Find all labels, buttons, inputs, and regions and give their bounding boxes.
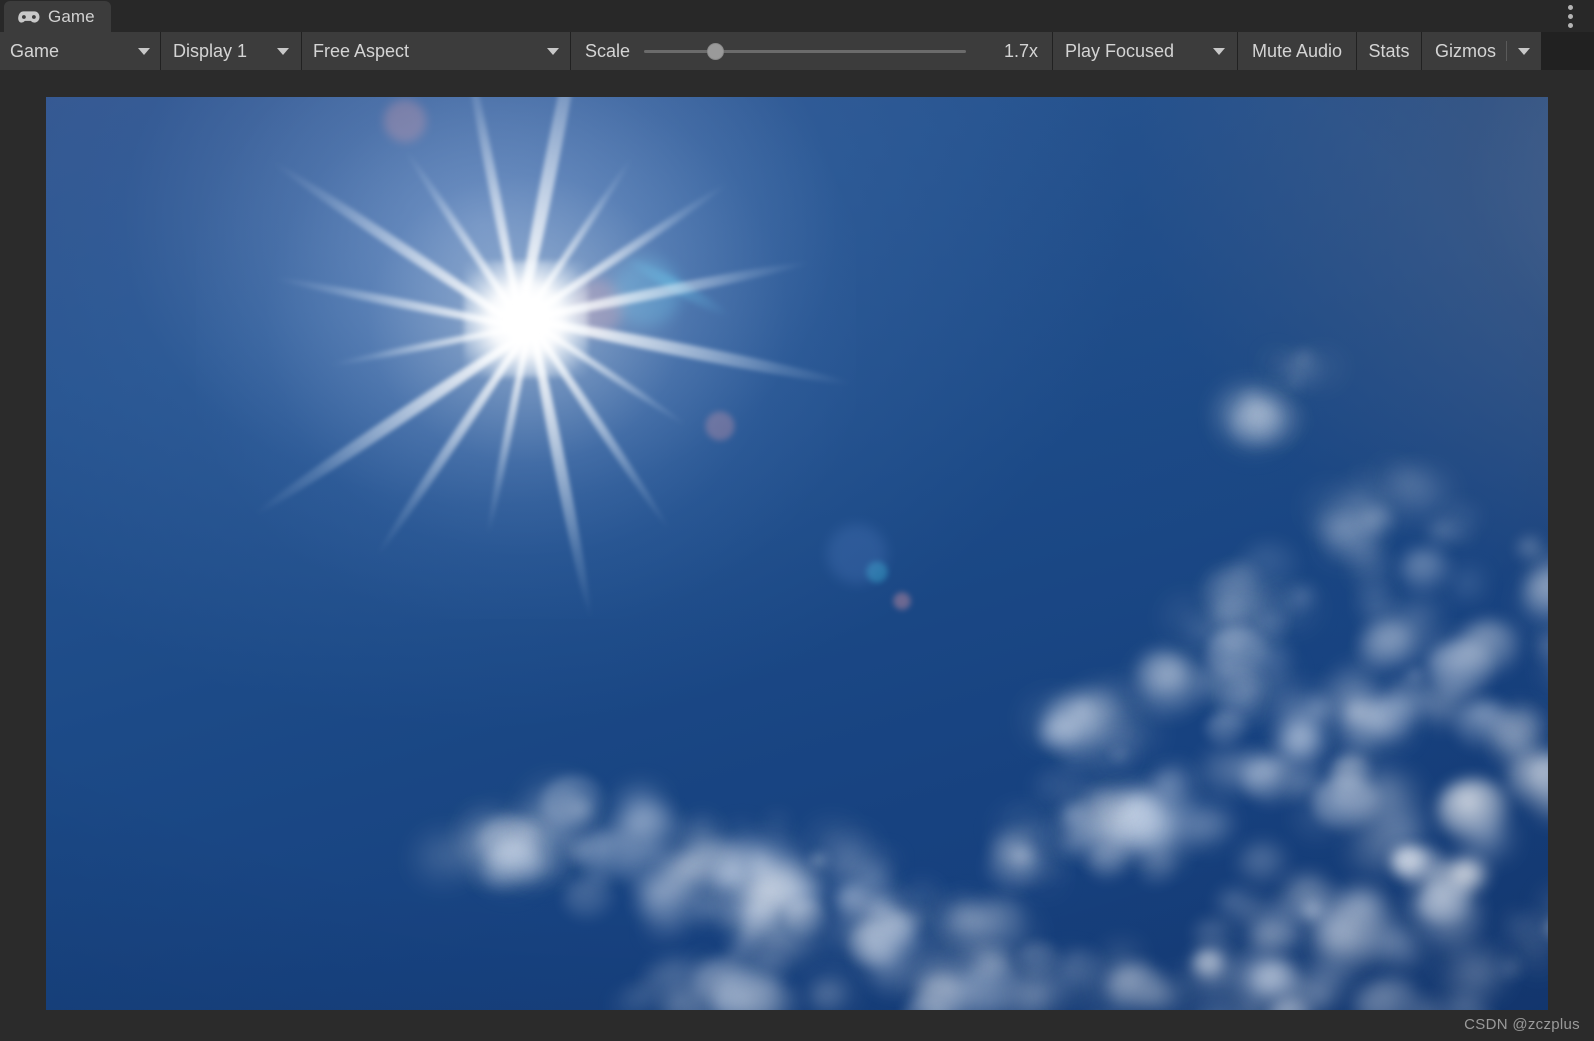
view-selector-label: Game (10, 41, 60, 61)
play-mode-label: Play Focused (1065, 41, 1175, 61)
scale-value: 1.7x (1003, 40, 1038, 61)
chevron-down-icon (547, 47, 559, 55)
game-view-toolbar: Game Display 1 Free Aspect Scale 1.7x Pl… (0, 32, 1594, 70)
gizmos-divider (1505, 41, 1507, 61)
kebab-menu-icon[interactable] (1560, 3, 1580, 29)
unity-game-window: Game Game Display 1 Free Aspect Scale 1.… (0, 0, 1594, 1041)
sun-core (464, 261, 588, 377)
kebab-dot-2 (1567, 13, 1573, 19)
sky-scene (46, 97, 1548, 1010)
watermark: CSDN @zczplus (1464, 1016, 1580, 1033)
display-selector-dropdown[interactable]: Display 1 (161, 32, 301, 70)
gamepad-icon (18, 10, 40, 24)
chevron-down-icon (277, 47, 289, 55)
mute-audio-label: Mute Audio (1251, 41, 1343, 61)
tab-bar: Game (0, 0, 1594, 32)
game-viewport: CSDN @zczplus (0, 70, 1594, 1041)
chevron-down-icon[interactable] (1517, 47, 1530, 55)
stats-label: Stats (1368, 41, 1410, 61)
scale-label: Scale (585, 40, 631, 61)
game-render-surface[interactable] (46, 97, 1548, 1010)
tab-game[interactable]: Game (4, 1, 111, 32)
gizmos-button[interactable]: Gizmos (1422, 32, 1541, 70)
display-selector-label: Display 1 (173, 41, 248, 61)
kebab-dot-1 (1567, 4, 1573, 10)
view-selector-dropdown[interactable]: Game (0, 32, 160, 70)
aspect-ratio-label: Free Aspect (313, 41, 410, 61)
tab-game-label: Game (48, 7, 95, 26)
lens-flare-ghost (893, 591, 912, 610)
scale-slider-track (644, 50, 966, 53)
aspect-ratio-dropdown[interactable]: Free Aspect (302, 32, 570, 70)
scale-slider[interactable] (644, 32, 966, 70)
kebab-dot-3 (1567, 22, 1573, 28)
play-mode-dropdown[interactable]: Play Focused (1053, 32, 1237, 70)
stats-button[interactable]: Stats (1357, 32, 1421, 70)
mute-audio-button[interactable]: Mute Audio (1238, 32, 1356, 70)
gizmos-label: Gizmos (1435, 41, 1497, 61)
scale-slider-handle[interactable] (706, 43, 724, 60)
chevron-down-icon (138, 47, 150, 55)
chevron-down-icon (1213, 47, 1225, 55)
scale-control: Scale 1.7x (571, 32, 1052, 70)
